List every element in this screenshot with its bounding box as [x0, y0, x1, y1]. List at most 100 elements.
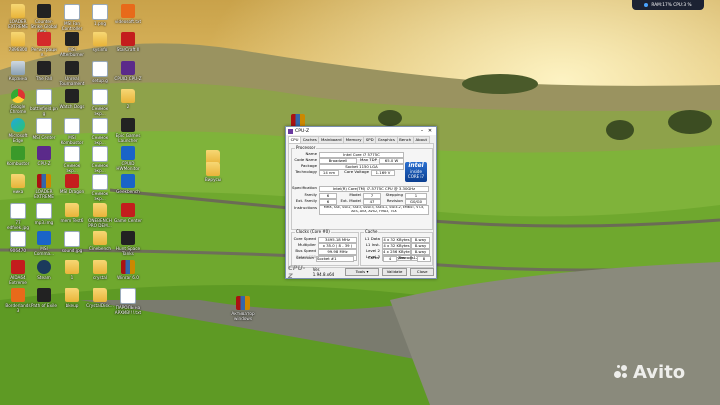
- cpuz-window[interactable]: CPU-Z – ✕ CPU Caches Mainboard Memory SPD Gra…: [285, 126, 437, 280]
- cache-label: L1 Inst.: [365, 242, 380, 247]
- desktop-icon[interactable]: CrystalDisk...: [86, 286, 114, 320]
- tab-caches[interactable]: Caches: [300, 136, 320, 143]
- dark-icon: [121, 231, 135, 246]
- orange-icon: [11, 288, 25, 302]
- red-icon: [121, 32, 135, 47]
- doc-icon: [92, 4, 108, 20]
- desktop-icon-label: MSI Dragon: [59, 189, 85, 195]
- doc-icon: [36, 202, 52, 219]
- desktop-icon[interactable]: ПАРОЛЬ на АРХИВ!!!.txt: [114, 286, 142, 320]
- label-corespeed: Core Speed: [293, 236, 316, 241]
- label-specification: Specification: [292, 185, 317, 190]
- folder-icon: [121, 89, 135, 104]
- value-corevoltage: 1.169 V: [371, 170, 395, 176]
- minimize-icon[interactable]: –: [418, 128, 426, 134]
- close-icon[interactable]: ✕: [426, 128, 434, 134]
- value-specification: Intel(R) Core(TM) i7-5775C CPU @ 3.30GHz: [319, 186, 429, 192]
- desktop-icon-label: 1.png: [94, 21, 106, 26]
- dark-icon: [65, 60, 79, 75]
- desktop-icon-label: AIDA64 Extreme: [9, 274, 27, 285]
- desktop-icon-label: Epic Games Launcher: [115, 132, 141, 143]
- doc-icon: [64, 231, 80, 248]
- tab-graphics[interactable]: Graphics: [375, 136, 398, 143]
- doc-icon: [92, 60, 108, 77]
- desktop-icon[interactable]: Вирусы: [199, 160, 227, 194]
- intel-badge-brand: intel: [408, 162, 424, 169]
- desktop-icon-label: Kombustor: [6, 161, 30, 166]
- desktop-icon-label: sound.jpg: [61, 248, 83, 254]
- cache-group-title: Cache: [364, 229, 379, 234]
- desktop-icon[interactable]: Borderlands 3: [4, 286, 32, 320]
- desktop-icon-label: Корзина: [8, 75, 28, 81]
- desktop-icon[interactable]: Активатор windows: [229, 294, 257, 328]
- tab-memory[interactable]: Memory: [343, 136, 365, 143]
- desktop-icon-label: bkeup: [65, 303, 79, 308]
- red-icon: [11, 259, 25, 274]
- desktop-icon-label: ника: [12, 189, 24, 195]
- folder-icon: [93, 259, 107, 274]
- intel-badge-line2: CORE i7: [407, 174, 425, 179]
- validate-button[interactable]: Validate: [381, 268, 408, 276]
- tools-button[interactable]: Tools ▾: [345, 268, 379, 276]
- red-icon: [65, 174, 79, 189]
- label-stepping: Stepping: [385, 192, 403, 197]
- dark-icon: [37, 4, 51, 18]
- doc-icon: [36, 89, 52, 106]
- desktop-icon-label: ПАРОЛЬ на АРХИВ!!!.txt: [114, 305, 142, 315]
- folder-icon: [65, 202, 79, 217]
- desktop-icon-label: Microsoft Edge: [8, 132, 28, 143]
- desktop-icon-label: videosoft.txt: [114, 19, 142, 24]
- system-tray-monitor[interactable]: RAM:17% CPU:3 %: [632, 0, 704, 10]
- desktop-icon-label: MSI Center: [32, 134, 56, 140]
- tab-about[interactable]: About: [412, 136, 430, 143]
- monitor-icon: [644, 3, 649, 7]
- desktop-icon-label: crystal: [92, 274, 108, 280]
- blue-icon: [37, 231, 51, 246]
- clocks-group-title: Clocks (Core #0): [295, 229, 331, 234]
- selection-dropdown[interactable]: Socket #1: [316, 256, 354, 262]
- desktop-icon-label: LOADER EXTREME: [34, 189, 54, 200]
- doc-icon: [92, 89, 108, 106]
- doc-icon: [120, 288, 136, 304]
- close-button[interactable]: Close: [410, 268, 434, 276]
- label-busspeed: Bus Speed: [295, 248, 316, 253]
- doc-icon: [92, 174, 108, 191]
- desktop-icon[interactable]: bkeup: [58, 286, 86, 320]
- purple-icon: [37, 146, 51, 160]
- doc-icon: [64, 146, 80, 162]
- window-title: CPU-Z: [295, 128, 310, 134]
- tab-mainboard[interactable]: Mainboard: [318, 136, 345, 143]
- label-corevoltage: Core Voltage: [344, 169, 369, 174]
- desktop-icon-label: Unreal Tournament: [59, 75, 85, 86]
- desktop-icon-label: Вирусы: [204, 177, 222, 182]
- value-cores: 4: [383, 256, 397, 262]
- desktop-icon-label: 7896800: [8, 47, 28, 53]
- edge-icon: [11, 117, 25, 132]
- desktop-icon-label: CrystalDisk...: [86, 303, 114, 308]
- folder-icon: [11, 32, 25, 47]
- chrome-icon: [11, 89, 25, 104]
- doc-icon: [92, 146, 108, 162]
- desktop-icon[interactable]: Path of Exile: [30, 286, 58, 320]
- desktop-icon-label: Регистрация...: [31, 47, 57, 58]
- rar-icon: [37, 174, 51, 189]
- label-technology: Technology: [295, 169, 317, 174]
- cpuz-logo: CPU-Z: [288, 264, 306, 280]
- label-family: Family: [304, 192, 317, 197]
- tray-label: RAM:17% CPU:3 %: [651, 2, 692, 8]
- blue-icon: [121, 146, 135, 160]
- desktop-icon-label: 1: [70, 274, 74, 280]
- desktop-icon-label: Path of Exile: [31, 303, 57, 308]
- title-bar[interactable]: CPU-Z – ✕: [286, 127, 436, 135]
- folder-icon: [11, 174, 25, 189]
- cache-label: L1 Data: [364, 236, 380, 241]
- footer: CPU-Z Ver. 1.94.8.x64 Tools ▾ Validate C…: [288, 264, 434, 280]
- tab-bar: CPU Caches Mainboard Memory SPD Graphics Bench…: [286, 135, 436, 143]
- doc-icon: [36, 117, 52, 134]
- cpuz-app-icon: [288, 128, 293, 134]
- tab-bench[interactable]: Bench: [396, 136, 414, 143]
- doc-icon: [10, 202, 26, 219]
- intel-core-i7-badge: intel inside CORE i7: [405, 162, 427, 182]
- value-threads: 8: [417, 256, 431, 262]
- desktop-icon-label: ONEBENCH PRO DEM...: [88, 217, 112, 228]
